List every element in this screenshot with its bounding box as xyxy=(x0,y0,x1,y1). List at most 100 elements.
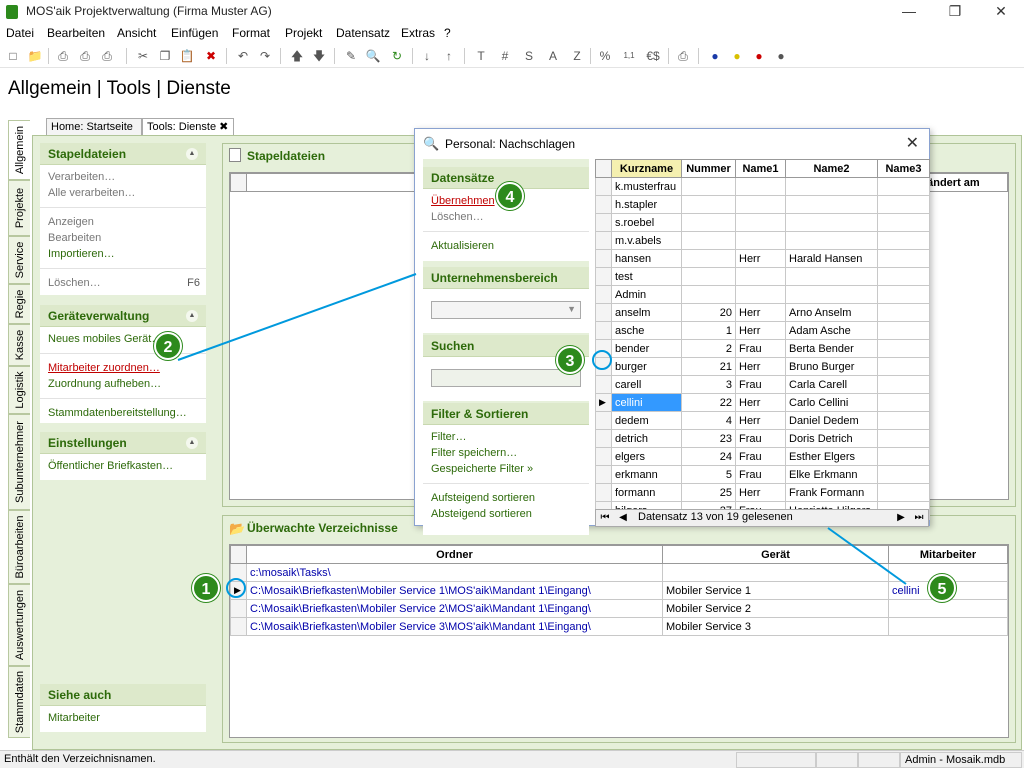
aktualisieren-link[interactable]: Aktualisieren xyxy=(431,238,581,254)
table-row[interactable]: burger 21 Herr Bruno Burger xyxy=(595,357,930,376)
sort-asc-icon[interactable]: ↓ xyxy=(418,47,436,65)
section-header[interactable]: Einstellungen ▲ xyxy=(40,432,206,454)
tab-auswertungen[interactable]: Auswertungen xyxy=(8,584,30,666)
first-record-icon[interactable]: ⏮ xyxy=(598,511,612,525)
currency-icon[interactable]: €$ xyxy=(644,47,662,65)
table-row[interactable]: asche 1 Herr Adam Asche xyxy=(595,321,930,340)
col-nummer[interactable]: Nummer xyxy=(681,159,736,178)
tab-kasse[interactable]: Kasse xyxy=(8,324,30,366)
cut-icon[interactable]: ✂ xyxy=(134,47,152,65)
text-format-icon[interactable]: T xyxy=(472,47,490,65)
col-mitarbeiter[interactable]: Mitarbeiter xyxy=(888,545,1008,564)
section-header[interactable]: Stapeldateien ▲ xyxy=(40,143,206,165)
tab-service[interactable]: Service xyxy=(8,236,30,284)
loeschen-link[interactable]: Löschen… F6 xyxy=(48,275,200,291)
unternehmen-select[interactable]: ▼ xyxy=(431,301,581,319)
mitarbeiter-link[interactable]: Mitarbeiter xyxy=(48,710,198,726)
table-row[interactable]: hansen Herr Harald Hansen xyxy=(595,249,930,268)
user-red-icon[interactable]: ● xyxy=(750,47,768,65)
decimal-icon[interactable]: 1,1 xyxy=(620,47,638,65)
col-ordner[interactable]: Ordner xyxy=(246,545,663,564)
col-kurzname[interactable]: Kurzname xyxy=(611,159,682,178)
collapse-icon[interactable]: ▲ xyxy=(186,310,198,322)
sort-desc-icon[interactable]: ↑ xyxy=(440,47,458,65)
close-tab-icon[interactable]: ✖ xyxy=(219,121,228,133)
number-format-icon[interactable]: # xyxy=(496,47,514,65)
table-row[interactable]: h.stapler xyxy=(595,195,930,214)
menu-datei[interactable]: Datei xyxy=(6,26,34,40)
table-row[interactable]: m.v.abels xyxy=(595,231,930,250)
collapse-icon[interactable]: ▲ xyxy=(186,148,198,160)
table-row[interactable]: formann 25 Herr Frank Formann xyxy=(595,483,930,502)
user-gray-icon[interactable]: ● xyxy=(772,47,790,65)
section-header[interactable]: Geräteverwaltung ▲ xyxy=(40,305,206,327)
verarbeiten-link[interactable]: Verarbeiten… xyxy=(48,169,198,185)
aufsteigend-link[interactable]: Aufsteigend sortieren xyxy=(431,490,581,506)
fax-icon[interactable]: ⎙ xyxy=(674,47,692,65)
col-name1[interactable]: Name1 xyxy=(735,159,786,178)
table-row[interactable]: ▶ C:\Mosaik\Briefkasten\Mobiler Service 1… xyxy=(230,581,1008,600)
close-icon[interactable]: ✕ xyxy=(906,133,919,153)
col-changed[interactable]: eändert am xyxy=(917,173,1008,192)
menu-ansicht[interactable]: Ansicht xyxy=(117,26,156,40)
tab-logistik[interactable]: Logistik xyxy=(8,366,30,414)
importieren-link[interactable]: Importieren… xyxy=(48,246,198,262)
tab-regie[interactable]: Regie xyxy=(8,284,30,324)
a-format-icon[interactable]: A xyxy=(544,47,562,65)
next-record-icon[interactable]: ▶ xyxy=(894,511,908,525)
table-row[interactable]: anselm 20 Herr Arno Anselm xyxy=(595,303,930,322)
user-yellow-icon[interactable]: ● xyxy=(728,47,746,65)
table-row[interactable]: c:\mosaik\Tasks\ xyxy=(230,563,1008,582)
new-icon[interactable]: □ xyxy=(4,47,22,65)
tab-projekte[interactable]: Projekte xyxy=(8,180,30,236)
preview-icon[interactable]: ⎙ xyxy=(76,47,94,65)
collapse-icon[interactable]: ▲ xyxy=(186,437,198,449)
table-row[interactable]: erkmann 5 Frau Elke Erkmann xyxy=(595,465,930,484)
mitarbeiter-zuordnen-link[interactable]: Mitarbeiter zuordnen… xyxy=(48,360,198,376)
close-icon[interactable]: ✕ xyxy=(978,0,1024,24)
table-row[interactable]: ▶ cellini 22 Herr Carlo Cellini xyxy=(595,393,930,412)
paste-icon[interactable]: 📋 xyxy=(178,47,196,65)
alle-verarbeiten-link[interactable]: Alle verarbeiten… xyxy=(48,185,198,201)
loeschen-link[interactable]: Löschen… xyxy=(431,209,581,225)
tab-bueroarbeiten[interactable]: Büroarbeiten xyxy=(8,510,30,584)
redo-icon[interactable]: ↷ xyxy=(256,47,274,65)
col-name2[interactable]: Name2 xyxy=(785,159,878,178)
z-format-icon[interactable]: Z xyxy=(568,47,586,65)
doctab-home[interactable]: Home: Startseite xyxy=(46,118,142,136)
table-row[interactable]: dedem 4 Herr Daniel Dedem xyxy=(595,411,930,430)
open-icon[interactable]: 📁 xyxy=(26,47,44,65)
arrow-up-icon[interactable]: 🡅 xyxy=(288,47,306,65)
table-row[interactable]: bender 2 Frau Berta Bender xyxy=(595,339,930,358)
table-row[interactable]: C:\Mosaik\Briefkasten\Mobiler Service 3\… xyxy=(230,617,1008,636)
undo-icon[interactable]: ↶ xyxy=(234,47,252,65)
col-geraet[interactable]: Gerät xyxy=(662,545,889,564)
menu-format[interactable]: Format xyxy=(232,26,270,40)
table-row[interactable]: elgers 24 Frau Esther Elgers xyxy=(595,447,930,466)
table-row[interactable]: detrich 23 Frau Doris Detrich xyxy=(595,429,930,448)
last-record-icon[interactable]: ⏭ xyxy=(912,511,926,525)
menu-projekt[interactable]: Projekt xyxy=(285,26,322,40)
zuordnung-aufheben-link[interactable]: Zuordnung aufheben… xyxy=(48,376,198,392)
bearbeiten-link[interactable]: Bearbeiten xyxy=(48,230,198,246)
search-input[interactable] xyxy=(431,369,581,387)
edit-icon[interactable]: ✎ xyxy=(342,47,360,65)
gespeicherte-filter-link[interactable]: Gespeicherte Filter » xyxy=(431,461,581,477)
tab-stammdaten[interactable]: Stammdaten xyxy=(8,666,30,738)
table-row[interactable]: carell 3 Frau Carla Carell xyxy=(595,375,930,394)
print-setup-icon[interactable]: ⎙ xyxy=(98,47,116,65)
menu-einfuegen[interactable]: Einfügen xyxy=(171,26,218,40)
table-row[interactable]: Admin xyxy=(595,285,930,304)
percent-icon[interactable]: % xyxy=(596,47,614,65)
anzeigen-link[interactable]: Anzeigen xyxy=(48,214,198,230)
refresh-icon[interactable]: ↻ xyxy=(388,47,406,65)
menu-bearbeiten[interactable]: Bearbeiten xyxy=(47,26,105,40)
sum-format-icon[interactable]: S xyxy=(520,47,538,65)
prev-record-icon[interactable]: ◀ xyxy=(616,511,630,525)
section-header[interactable]: Siehe auch xyxy=(40,684,206,706)
print-icon[interactable]: ⎙ xyxy=(54,47,72,65)
table-row[interactable]: s.roebel xyxy=(595,213,930,232)
delete-icon[interactable]: ✖ xyxy=(202,47,220,65)
stammdaten-link[interactable]: Stammdatenbereitstellung… xyxy=(48,405,198,421)
filter-speichern-link[interactable]: Filter speichern… xyxy=(431,445,581,461)
